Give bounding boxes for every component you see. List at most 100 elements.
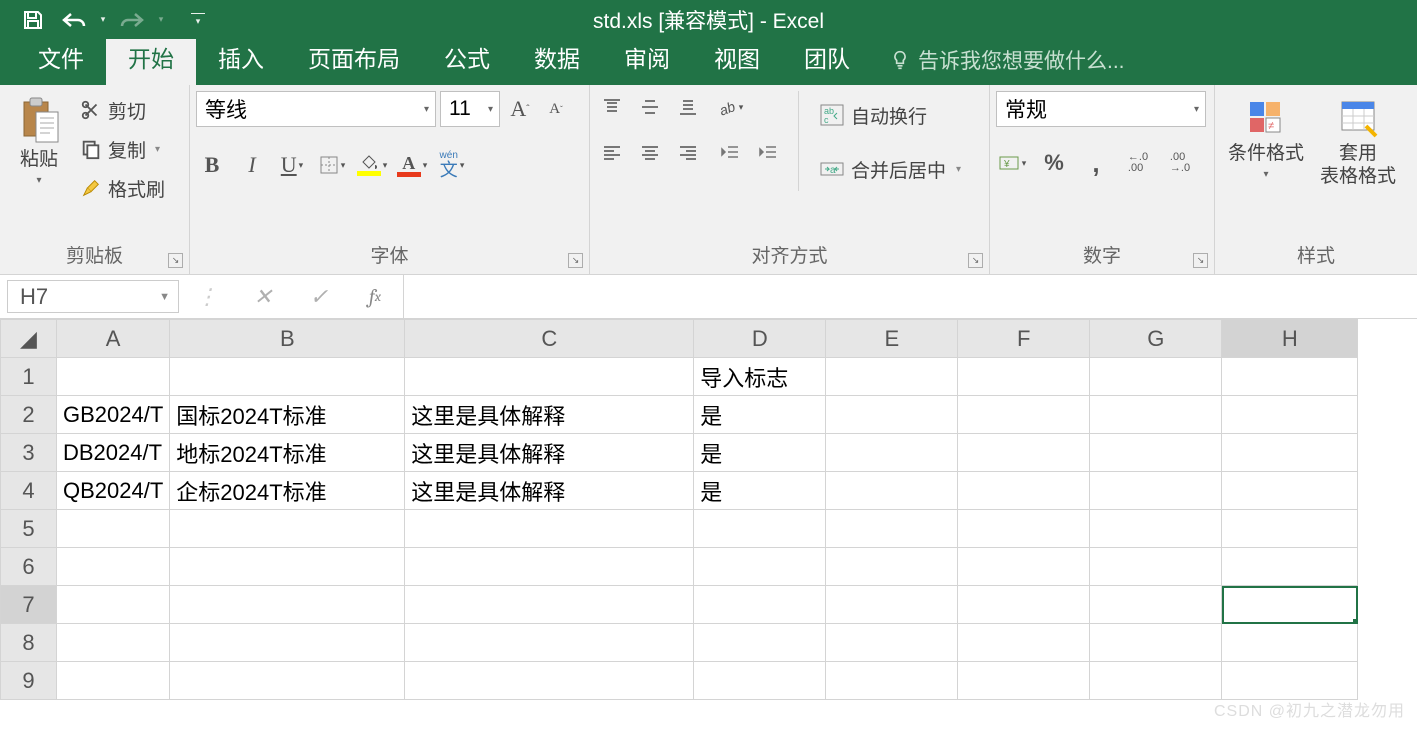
cell[interactable]: [826, 624, 958, 662]
column-header[interactable]: C: [405, 320, 694, 358]
cancel-formula-button[interactable]: ✕: [235, 284, 291, 310]
column-header[interactable]: G: [1090, 320, 1222, 358]
align-left-button[interactable]: [596, 137, 628, 169]
undo-button[interactable]: [55, 1, 93, 39]
borders-button[interactable]: ▾: [316, 149, 348, 181]
align-middle-button[interactable]: [634, 91, 666, 123]
cell[interactable]: [170, 358, 405, 396]
row-header[interactable]: 2: [1, 396, 57, 434]
increase-font-button[interactable]: Aˆ: [504, 93, 536, 125]
percent-button[interactable]: %: [1038, 147, 1070, 179]
orientation-button[interactable]: ab▾: [714, 91, 746, 123]
cell[interactable]: [1222, 586, 1358, 624]
cell[interactable]: [170, 662, 405, 700]
cell[interactable]: [405, 586, 694, 624]
cell[interactable]: [694, 624, 826, 662]
cut-button[interactable]: 剪切: [74, 91, 171, 129]
spreadsheet-grid[interactable]: ◢ABCDEFGH1导入标志2GB2024/T国标2024T标准这里是具体解释是…: [0, 319, 1417, 700]
wrap-text-button[interactable]: abc 自动换行: [813, 91, 967, 139]
cell[interactable]: QB2024/T: [57, 472, 170, 510]
cell[interactable]: [826, 396, 958, 434]
bold-button[interactable]: B: [196, 149, 228, 181]
align-bottom-button[interactable]: [672, 91, 704, 123]
cell[interactable]: [57, 586, 170, 624]
underline-button[interactable]: U▾: [276, 149, 308, 181]
copy-button[interactable]: 复制▾: [74, 130, 171, 168]
align-top-button[interactable]: [596, 91, 628, 123]
cell[interactable]: [1090, 586, 1222, 624]
cell[interactable]: 是: [694, 396, 826, 434]
font-color-button[interactable]: A▾: [396, 149, 428, 181]
cell[interactable]: DB2024/T: [57, 434, 170, 472]
cell[interactable]: [57, 510, 170, 548]
save-button[interactable]: [14, 1, 52, 39]
row-header[interactable]: 6: [1, 548, 57, 586]
cell[interactable]: 这里是具体解释: [405, 472, 694, 510]
cell[interactable]: [1222, 624, 1358, 662]
cell[interactable]: [958, 510, 1090, 548]
cell[interactable]: [1090, 396, 1222, 434]
cell[interactable]: 是: [694, 472, 826, 510]
cell[interactable]: [826, 472, 958, 510]
expand-fx-icon[interactable]: ⋮: [179, 284, 235, 310]
cell[interactable]: [1222, 358, 1358, 396]
cell[interactable]: [57, 358, 170, 396]
cell[interactable]: [826, 434, 958, 472]
increase-decimal-button[interactable]: ←.0.00: [1122, 147, 1154, 179]
cell[interactable]: [405, 662, 694, 700]
cell[interactable]: [958, 358, 1090, 396]
undo-dropdown-icon[interactable]: ▾: [96, 14, 110, 25]
row-header[interactable]: 3: [1, 434, 57, 472]
cell[interactable]: [826, 662, 958, 700]
name-box[interactable]: H7▼: [7, 280, 179, 313]
cell[interactable]: [826, 586, 958, 624]
column-header[interactable]: E: [826, 320, 958, 358]
cell[interactable]: [57, 662, 170, 700]
redo-button[interactable]: [113, 1, 151, 39]
cell[interactable]: 这里是具体解释: [405, 434, 694, 472]
cell[interactable]: [958, 434, 1090, 472]
clipboard-launcher[interactable]: ↘: [168, 253, 183, 268]
row-header[interactable]: 1: [1, 358, 57, 396]
conditional-format-button[interactable]: ≠ 条件格式 ▾: [1221, 91, 1311, 186]
cell[interactable]: [1222, 434, 1358, 472]
cell[interactable]: 国标2024T标准: [170, 396, 405, 434]
comma-style-button[interactable]: ,: [1080, 147, 1112, 179]
cell[interactable]: [826, 510, 958, 548]
cell[interactable]: [694, 510, 826, 548]
column-header[interactable]: B: [170, 320, 405, 358]
column-header[interactable]: F: [958, 320, 1090, 358]
phonetic-guide-button[interactable]: wén文▾: [436, 149, 468, 181]
cell[interactable]: [1090, 472, 1222, 510]
fx-icon[interactable]: fx: [347, 285, 403, 308]
align-center-button[interactable]: [634, 137, 666, 169]
formula-input[interactable]: [404, 275, 1417, 318]
cell[interactable]: [170, 510, 405, 548]
cell[interactable]: [170, 548, 405, 586]
cell[interactable]: [1222, 548, 1358, 586]
italic-button[interactable]: I: [236, 149, 268, 181]
row-header[interactable]: 7: [1, 586, 57, 624]
cell[interactable]: [57, 624, 170, 662]
cell[interactable]: [1222, 472, 1358, 510]
cell[interactable]: 是: [694, 434, 826, 472]
align-right-button[interactable]: [672, 137, 704, 169]
cell[interactable]: [405, 510, 694, 548]
cell[interactable]: GB2024/T: [57, 396, 170, 434]
cell[interactable]: [826, 358, 958, 396]
fill-color-button[interactable]: ▾: [356, 149, 388, 181]
column-header[interactable]: D: [694, 320, 826, 358]
cell[interactable]: [1090, 662, 1222, 700]
decrease-decimal-button[interactable]: .00→.0: [1164, 147, 1196, 179]
cell[interactable]: [1090, 510, 1222, 548]
merge-center-button[interactable]: a 合并后居中▾: [813, 145, 967, 193]
row-header[interactable]: 8: [1, 624, 57, 662]
column-header[interactable]: A: [57, 320, 170, 358]
cell[interactable]: [958, 624, 1090, 662]
cell[interactable]: [958, 396, 1090, 434]
cell[interactable]: [958, 662, 1090, 700]
font-name-combo[interactable]: 等线▾: [196, 91, 436, 127]
cell[interactable]: [405, 548, 694, 586]
cell[interactable]: [1090, 434, 1222, 472]
font-size-combo[interactable]: 11▾: [440, 91, 500, 127]
